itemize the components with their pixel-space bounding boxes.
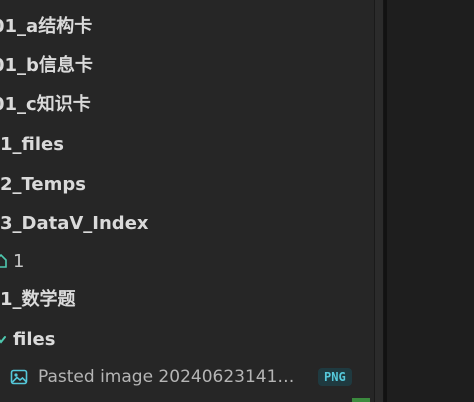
tree-item-datav-index[interactable]: 3_DataV_Index bbox=[0, 209, 149, 239]
file-name: Pasted image 20240623141… bbox=[38, 367, 295, 387]
image-icon bbox=[10, 368, 28, 386]
tree-item-label: files bbox=[13, 329, 56, 350]
app-window: 01_a结构卡 01_b信息卡 01_c知识卡 1_files 2_Temps … bbox=[0, 0, 474, 402]
tree-item-label: 1_files bbox=[0, 134, 64, 155]
tree-item-label: 3_DataV_Index bbox=[0, 213, 149, 234]
house-icon bbox=[0, 252, 9, 273]
sidebar-scrollbar[interactable] bbox=[374, 0, 384, 402]
tree-item-files[interactable]: 1_files bbox=[0, 130, 64, 160]
tree-item-label: 01_c知识卡 bbox=[0, 94, 91, 115]
tree-item-1[interactable]: 1 bbox=[0, 247, 24, 277]
tree-item-label: 01_b信息卡 bbox=[0, 55, 93, 76]
editor-pane bbox=[387, 0, 474, 402]
tree-item-label: 1 bbox=[13, 251, 25, 272]
tree-item-label: 2_Temps bbox=[0, 174, 86, 195]
tree-item-a-structure-card[interactable]: 01_a结构卡 bbox=[0, 12, 92, 42]
tree-item-temps[interactable]: 2_Temps bbox=[0, 170, 86, 200]
tree-item-label: 01_a结构卡 bbox=[0, 16, 93, 37]
tree-item-math-questions[interactable]: 1_数学题 bbox=[0, 285, 76, 315]
partial-badge bbox=[352, 398, 370, 402]
file-type-badge: PNG bbox=[318, 368, 352, 386]
tree-item-label: 1_数学题 bbox=[0, 289, 76, 310]
tree-file-pasted-image[interactable]: Pasted image 20240623141… PNG bbox=[10, 363, 364, 391]
tree-item-files-folder[interactable]: files bbox=[0, 325, 55, 355]
tree-item-b-info-card[interactable]: 01_b信息卡 bbox=[0, 51, 93, 81]
chevron-down-icon[interactable] bbox=[0, 330, 9, 351]
tree-item-c-knowledge-card[interactable]: 01_c知识卡 bbox=[0, 90, 91, 120]
file-explorer: 01_a结构卡 01_b信息卡 01_c知识卡 1_files 2_Temps … bbox=[0, 0, 374, 402]
